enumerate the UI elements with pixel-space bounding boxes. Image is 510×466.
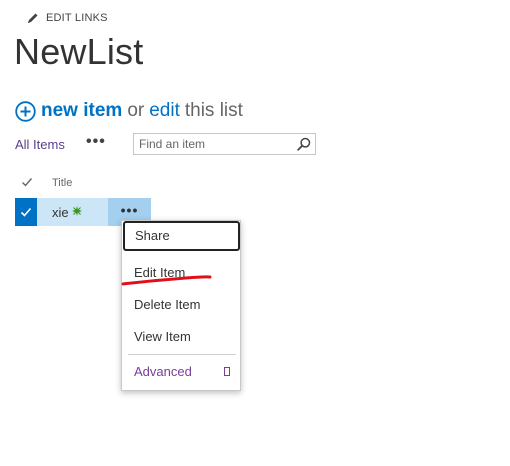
view-more-button[interactable]: ••• xyxy=(86,133,106,151)
item-context-menu: Share Edit Item Delete Item View Item Ad… xyxy=(121,220,241,391)
menu-divider xyxy=(128,354,236,355)
new-star-icon xyxy=(72,206,82,216)
search-box xyxy=(133,133,316,155)
edit-links-label: EDIT LINKS xyxy=(46,12,108,24)
edit-list-link[interactable]: edit xyxy=(149,100,180,122)
advanced-label: Advanced xyxy=(134,364,192,379)
page-title: NewList xyxy=(14,31,144,72)
menu-item-share[interactable]: Share xyxy=(123,221,240,251)
view-all-items[interactable]: All Items xyxy=(15,137,65,152)
page: EDIT LINKS NewList new item or edit this… xyxy=(0,0,510,466)
menu-item-view-item[interactable]: View Item xyxy=(122,322,240,352)
column-header-title[interactable]: Title xyxy=(52,177,72,189)
search-icon[interactable] xyxy=(297,137,311,151)
menu-item-delete-item[interactable]: Delete Item xyxy=(122,290,240,320)
expand-icon xyxy=(224,367,230,376)
item-title-link[interactable]: xie xyxy=(52,205,69,220)
new-item-link[interactable]: new item xyxy=(41,100,122,122)
checkmark-icon xyxy=(20,207,32,217)
search-input[interactable] xyxy=(134,134,304,154)
pencil-icon xyxy=(28,13,38,23)
edit-links-button[interactable]: EDIT LINKS xyxy=(27,12,108,24)
menu-item-advanced[interactable]: Advanced xyxy=(122,357,240,387)
or-text: or xyxy=(127,100,145,121)
row-select-checkbox[interactable] xyxy=(15,198,37,226)
this-list-text: this list xyxy=(184,100,243,121)
select-all-checkmark-icon[interactable] xyxy=(21,176,33,188)
plus-circle-icon[interactable] xyxy=(15,100,36,122)
menu-item-edit-item[interactable]: Edit Item xyxy=(122,258,240,288)
command-line: new item or edit this list xyxy=(15,100,243,122)
